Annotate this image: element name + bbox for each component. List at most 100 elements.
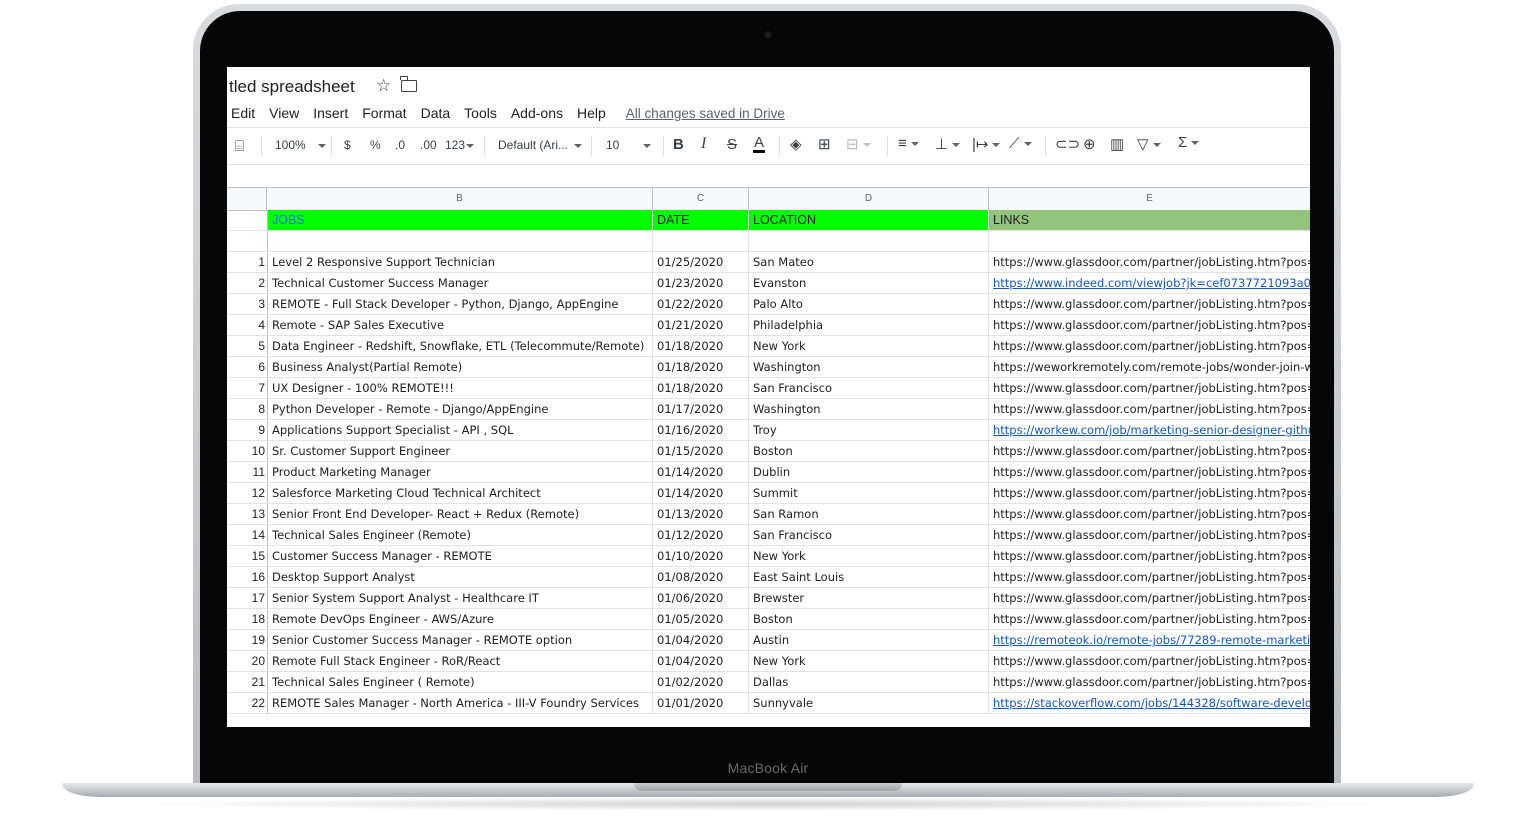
vertical-align-icon[interactable]: ⊥ <box>935 135 961 153</box>
link-cell[interactable]: https://www.glassdoor.com/partner/jobLis… <box>989 483 1310 503</box>
font-size-select[interactable]: 10 <box>606 138 652 152</box>
job-title-cell[interactable]: REMOTE - Full Stack Developer - Python, … <box>267 294 653 314</box>
decrease-decimal-button[interactable]: .0 <box>395 138 405 152</box>
empty-cell[interactable] <box>653 231 749 251</box>
location-cell[interactable]: San Francisco <box>749 378 989 398</box>
location-cell[interactable]: New York <box>749 336 989 356</box>
link-cell[interactable]: https://www.indeed.com/viewjob?jk=cef073… <box>989 273 1310 293</box>
header-cell-date[interactable]: DATE <box>653 210 749 230</box>
formula-bar[interactable] <box>227 165 1310 187</box>
row-number[interactable]: 4 <box>227 315 267 335</box>
date-cell[interactable]: 01/04/2020 <box>653 651 749 671</box>
date-cell[interactable]: 01/21/2020 <box>653 315 749 335</box>
row-number[interactable]: 19 <box>227 630 267 650</box>
more-formats-button[interactable]: 123 <box>445 138 475 152</box>
percent-format-button[interactable]: % <box>370 138 381 152</box>
date-cell[interactable]: 01/23/2020 <box>653 273 749 293</box>
job-title-cell[interactable]: Level 2 Responsive Support Technician <box>267 252 653 272</box>
horizontal-align-icon[interactable]: ≡ <box>898 135 919 152</box>
date-cell[interactable]: 01/01/2020 <box>653 693 749 713</box>
job-title-cell[interactable]: Senior Front End Developer- React + Redu… <box>267 504 653 524</box>
row-number[interactable]: 3 <box>227 294 267 314</box>
move-to-folder-icon[interactable] <box>400 76 417 92</box>
location-cell[interactable]: San Francisco <box>749 525 989 545</box>
location-cell[interactable]: Sunnyvale <box>749 693 989 713</box>
link-cell[interactable]: https://www.glassdoor.com/partner/jobLis… <box>989 504 1310 524</box>
link-cell[interactable]: https://remoteok.io/remote-jobs/77289-re… <box>989 630 1310 650</box>
date-cell[interactable]: 01/15/2020 <box>653 441 749 461</box>
link-cell[interactable]: https://www.glassdoor.com/partner/jobLis… <box>989 441 1310 461</box>
strikethrough-button[interactable]: S <box>727 136 737 153</box>
date-cell[interactable]: 01/08/2020 <box>653 567 749 587</box>
row-number[interactable]: 12 <box>227 483 267 503</box>
column-header-d[interactable]: D <box>749 188 989 210</box>
date-cell[interactable]: 01/13/2020 <box>653 504 749 524</box>
job-title-cell[interactable]: Senior Customer Success Manager - REMOTE… <box>267 630 653 650</box>
header-cell-jobs[interactable]: JOBS <box>267 210 653 230</box>
date-cell[interactable]: 01/10/2020 <box>653 546 749 566</box>
empty-cell[interactable] <box>749 231 989 251</box>
link-cell[interactable]: https://www.glassdoor.com/partner/jobLis… <box>989 252 1310 272</box>
location-cell[interactable]: Boston <box>749 609 989 629</box>
date-cell[interactable]: 01/22/2020 <box>653 294 749 314</box>
document-title[interactable]: tled spreadsheet <box>229 77 355 97</box>
menu-add-ons[interactable]: Add-ons <box>511 105 563 121</box>
star-icon[interactable]: ☆ <box>376 76 391 96</box>
date-cell[interactable]: 01/18/2020 <box>653 336 749 356</box>
link-cell[interactable]: https://www.glassdoor.com/partner/jobLis… <box>989 315 1310 335</box>
header-cell-location[interactable]: LOCATION <box>749 210 989 230</box>
location-cell[interactable]: New York <box>749 651 989 671</box>
job-title-cell[interactable]: UX Designer - 100% REMOTE!!! <box>267 378 653 398</box>
row-number[interactable]: 11 <box>227 462 267 482</box>
job-title-cell[interactable]: Technical Sales Engineer (Remote) <box>267 525 653 545</box>
location-cell[interactable]: Evanston <box>749 273 989 293</box>
link-cell[interactable]: https://www.glassdoor.com/partner/jobLis… <box>989 378 1310 398</box>
job-title-cell[interactable]: Technical Sales Engineer ( Remote) <box>267 672 653 692</box>
link-cell[interactable]: https://workew.com/job/marketing-senior-… <box>989 420 1310 440</box>
row-number[interactable]: 15 <box>227 546 267 566</box>
row-number[interactable] <box>227 231 267 251</box>
text-wrap-icon[interactable]: |↦ <box>972 135 1001 153</box>
menu-tools[interactable]: Tools <box>464 105 497 121</box>
job-title-cell[interactable]: Senior System Support Analyst - Healthca… <box>267 588 653 608</box>
job-title-cell[interactable]: Technical Customer Success Manager <box>267 273 653 293</box>
column-header-b[interactable]: B <box>267 188 653 210</box>
paint-format-icon[interactable]: ⌸ <box>235 138 244 155</box>
location-cell[interactable]: Palo Alto <box>749 294 989 314</box>
italic-button[interactable]: I <box>701 135 706 153</box>
job-title-cell[interactable]: Python Developer - Remote - Django/AppEn… <box>267 399 653 419</box>
location-cell[interactable]: Boston <box>749 441 989 461</box>
link-cell[interactable]: https://www.glassdoor.com/partner/jobLis… <box>989 567 1310 587</box>
insert-comment-icon[interactable]: ⊕ <box>1083 135 1096 153</box>
location-cell[interactable]: Brewster <box>749 588 989 608</box>
column-header-c[interactable]: C <box>653 188 749 210</box>
location-cell[interactable]: Austin <box>749 630 989 650</box>
job-title-cell[interactable]: REMOTE Sales Manager - North America - I… <box>267 693 653 713</box>
filter-icon[interactable]: ▽ <box>1137 135 1161 153</box>
row-number[interactable]: 13 <box>227 504 267 524</box>
column-header-e[interactable]: E <box>989 188 1310 210</box>
date-cell[interactable]: 01/12/2020 <box>653 525 749 545</box>
row-number[interactable]: 16 <box>227 567 267 587</box>
date-cell[interactable]: 01/02/2020 <box>653 672 749 692</box>
row-number[interactable]: 17 <box>227 588 267 608</box>
job-title-cell[interactable]: Business Analyst(Partial Remote) <box>267 357 653 377</box>
link-cell[interactable]: https://www.glassdoor.com/partner/jobLis… <box>989 546 1310 566</box>
row-number[interactable]: 5 <box>227 336 267 356</box>
location-cell[interactable]: San Ramon <box>749 504 989 524</box>
job-title-cell[interactable]: Salesforce Marketing Cloud Technical Arc… <box>267 483 653 503</box>
menu-view[interactable]: View <box>269 105 299 121</box>
row-number[interactable]: 22 <box>227 693 267 713</box>
link-cell[interactable]: https://www.glassdoor.com/partner/jobLis… <box>989 462 1310 482</box>
location-cell[interactable]: Dublin <box>749 462 989 482</box>
date-cell[interactable]: 01/18/2020 <box>653 357 749 377</box>
location-cell[interactable]: Dallas <box>749 672 989 692</box>
link-cell[interactable]: https://www.glassdoor.com/partner/jobLis… <box>989 588 1310 608</box>
row-number[interactable]: 14 <box>227 525 267 545</box>
location-cell[interactable]: Washington <box>749 357 989 377</box>
row-number[interactable]: 6 <box>227 357 267 377</box>
merge-cells-icon[interactable]: ⊟ <box>846 135 871 153</box>
location-cell[interactable]: New York <box>749 546 989 566</box>
empty-cell[interactable] <box>989 231 1310 251</box>
location-cell[interactable]: San Mateo <box>749 252 989 272</box>
